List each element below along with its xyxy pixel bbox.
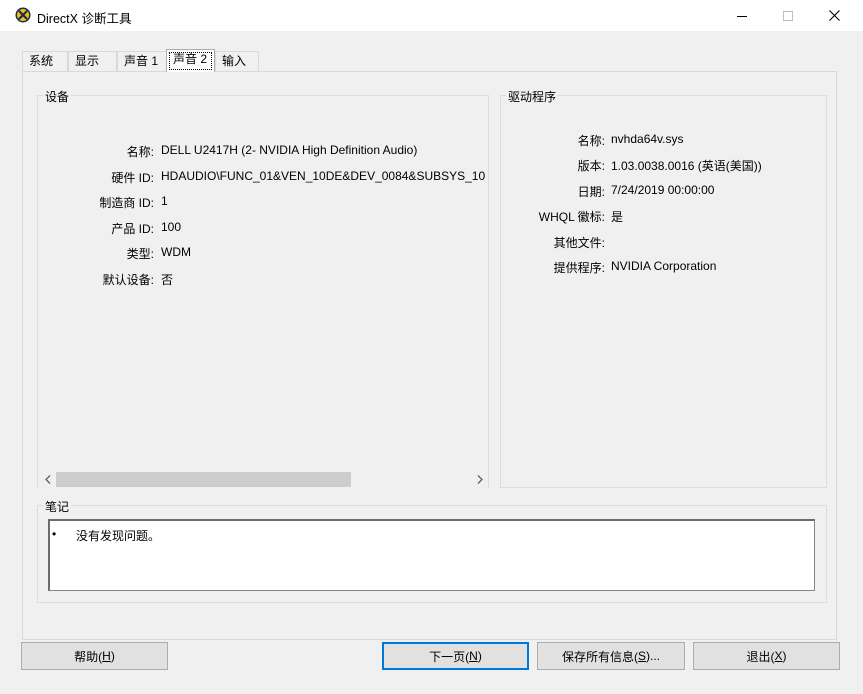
scroll-right-button[interactable] <box>471 471 488 488</box>
other-files-label: 其他文件: <box>553 236 605 250</box>
driver-version-label: 版本: <box>577 159 605 173</box>
save-button-label-end: )... <box>646 649 660 663</box>
save-button-label: 保存所有信息( <box>561 649 638 664</box>
notes-group: 笔记 • 没有发现问题。 <box>37 498 827 603</box>
driver-date-label: 日期: <box>577 185 605 199</box>
device-group: 设备 名称: DELL U2417H (2- NVIDIA High Defin… <box>37 88 489 488</box>
driver-version-label-row: 版本: <box>501 157 605 173</box>
next-button-hotkey: N <box>469 649 478 663</box>
type-value-row: WDM <box>161 245 489 261</box>
whql-value: 是 <box>611 210 624 224</box>
help-button-label-end: ) <box>110 649 115 663</box>
product-id-label: 产品 ID: <box>111 222 154 236</box>
product-id-value-row: 100 <box>161 220 489 236</box>
product-id-label-row: 产品 ID: <box>38 220 154 236</box>
tab-sound-2[interactable]: 声音 2 <box>166 49 215 72</box>
tab-label: 显示 <box>75 54 100 68</box>
scrollbar-thumb[interactable] <box>56 472 351 487</box>
whql-label: WHQL 徽标: <box>538 210 605 224</box>
type-value: WDM <box>161 245 191 259</box>
hardware-id-value: HDAUDIO\FUNC_01&VEN_10DE&DEV_0084&SUBSYS… <box>161 169 486 183</box>
hardware-id-label-row: 硬件 ID: <box>38 169 154 185</box>
close-button[interactable] <box>811 0 857 31</box>
manufacturer-id-label-row: 制造商 ID: <box>38 194 154 210</box>
close-icon <box>828 10 840 21</box>
tab-input[interactable]: 输入 <box>215 51 259 71</box>
save-all-info-button[interactable]: 保存所有信息(S)... <box>537 642 685 670</box>
driver-date-value: 7/24/2019 00:00:00 <box>611 183 715 197</box>
tab-label: 系统 <box>29 54 54 68</box>
whql-label-row: WHQL 徽标: <box>501 208 605 224</box>
driver-group: 驱动程序 名称: nvhda64v.sys 版本: 1.03.0038.0016… <box>500 88 827 488</box>
tab-label: 输入 <box>222 54 247 68</box>
tab-system[interactable]: 系统 <box>22 51 68 71</box>
maximize-button[interactable] <box>765 0 811 31</box>
hardware-id-value-row: HDAUDIO\FUNC_01&VEN_10DE&DEV_0084&SUBSYS… <box>161 169 489 185</box>
manufacturer-id-label: 制造商 ID: <box>99 196 154 210</box>
default-device-value-row: 否 <box>161 271 489 287</box>
next-button-label: 下一页( <box>429 649 470 664</box>
help-button[interactable]: 帮助(H) <box>21 642 168 670</box>
exit-button[interactable]: 退出(X) <box>693 642 840 670</box>
device-name-label: 名称: <box>126 145 154 159</box>
provider-value-row: NVIDIA Corporation <box>611 259 827 275</box>
manufacturer-id-value: 1 <box>161 194 168 208</box>
tab-sound-1[interactable]: 声音 1 <box>117 51 167 71</box>
default-device-label: 默认设备: <box>102 273 154 287</box>
driver-name-label-row: 名称: <box>501 132 605 148</box>
help-button-hotkey: H <box>102 649 111 663</box>
client-area: 系统 显示 声音 1 声音 2 输入 设备 名称: DELL U2417H (2… <box>0 31 863 694</box>
provider-label-row: 提供程序: <box>501 259 605 275</box>
chevron-right-icon <box>477 475 483 484</box>
tab-label: 声音 1 <box>124 54 159 68</box>
driver-name-label: 名称: <box>577 134 605 148</box>
type-label-row: 类型: <box>38 245 154 261</box>
product-id-value: 100 <box>161 220 182 234</box>
exit-button-label: 退出( <box>746 649 775 664</box>
next-page-button[interactable]: 下一页(N) <box>382 642 529 670</box>
focus-rect <box>169 52 212 70</box>
maximize-icon <box>783 10 793 21</box>
help-button-label: 帮助( <box>74 649 103 664</box>
note-item: 没有发现问题。 <box>76 529 161 543</box>
driver-group-title: 驱动程序 <box>506 88 559 105</box>
driver-name-value: nvhda64v.sys <box>611 132 684 146</box>
tab-panel: 设备 名称: DELL U2417H (2- NVIDIA High Defin… <box>22 71 837 640</box>
next-button-label-end: ) <box>477 649 482 663</box>
whql-value-row: 是 <box>611 208 827 224</box>
notes-text-area[interactable]: • 没有发现问题。 <box>48 519 815 591</box>
exit-button-label-end: ) <box>782 649 787 663</box>
driver-name-value-row: nvhda64v.sys <box>611 132 827 148</box>
scroll-left-button[interactable] <box>39 471 56 488</box>
other-files-value-row <box>611 234 827 250</box>
hardware-id-label: 硬件 ID: <box>111 171 154 185</box>
exit-button-hotkey: X <box>774 649 783 663</box>
driver-version-value-row: 1.03.0038.0016 (英语(美国)) <box>611 157 827 173</box>
device-name-label-row: 名称: <box>38 143 154 159</box>
provider-label: 提供程序: <box>553 261 605 275</box>
type-label: 类型: <box>126 247 154 261</box>
device-name-value: DELL U2417H (2- NVIDIA High Definition A… <box>161 143 418 157</box>
provider-value: NVIDIA Corporation <box>611 259 717 273</box>
device-group-title: 设备 <box>43 88 72 105</box>
minimize-button[interactable] <box>719 0 765 31</box>
driver-date-label-row: 日期: <box>501 183 605 199</box>
note-bullet: • <box>52 527 57 541</box>
tab-display[interactable]: 显示 <box>68 51 117 71</box>
title-bar[interactable]: DirectX 诊断工具 <box>0 0 863 31</box>
other-files-label-row: 其他文件: <box>501 234 605 250</box>
minimize-icon <box>737 15 747 17</box>
driver-version-value: 1.03.0038.0016 (英语(美国)) <box>611 159 762 173</box>
save-button-hotkey: S <box>637 649 646 663</box>
driver-date-value-row: 7/24/2019 00:00:00 <box>611 183 827 199</box>
chevron-left-icon <box>44 475 50 484</box>
device-name-value-row: DELL U2417H (2- NVIDIA High Definition A… <box>161 143 489 159</box>
default-device-value: 否 <box>161 273 174 287</box>
manufacturer-id-value-row: 1 <box>161 194 489 210</box>
default-device-label-row: 默认设备: <box>38 271 154 287</box>
directx-icon <box>15 7 31 23</box>
window-title: DirectX 诊断工具 <box>37 12 132 26</box>
horizontal-scrollbar[interactable] <box>39 471 488 488</box>
notes-group-title: 笔记 <box>43 498 72 515</box>
